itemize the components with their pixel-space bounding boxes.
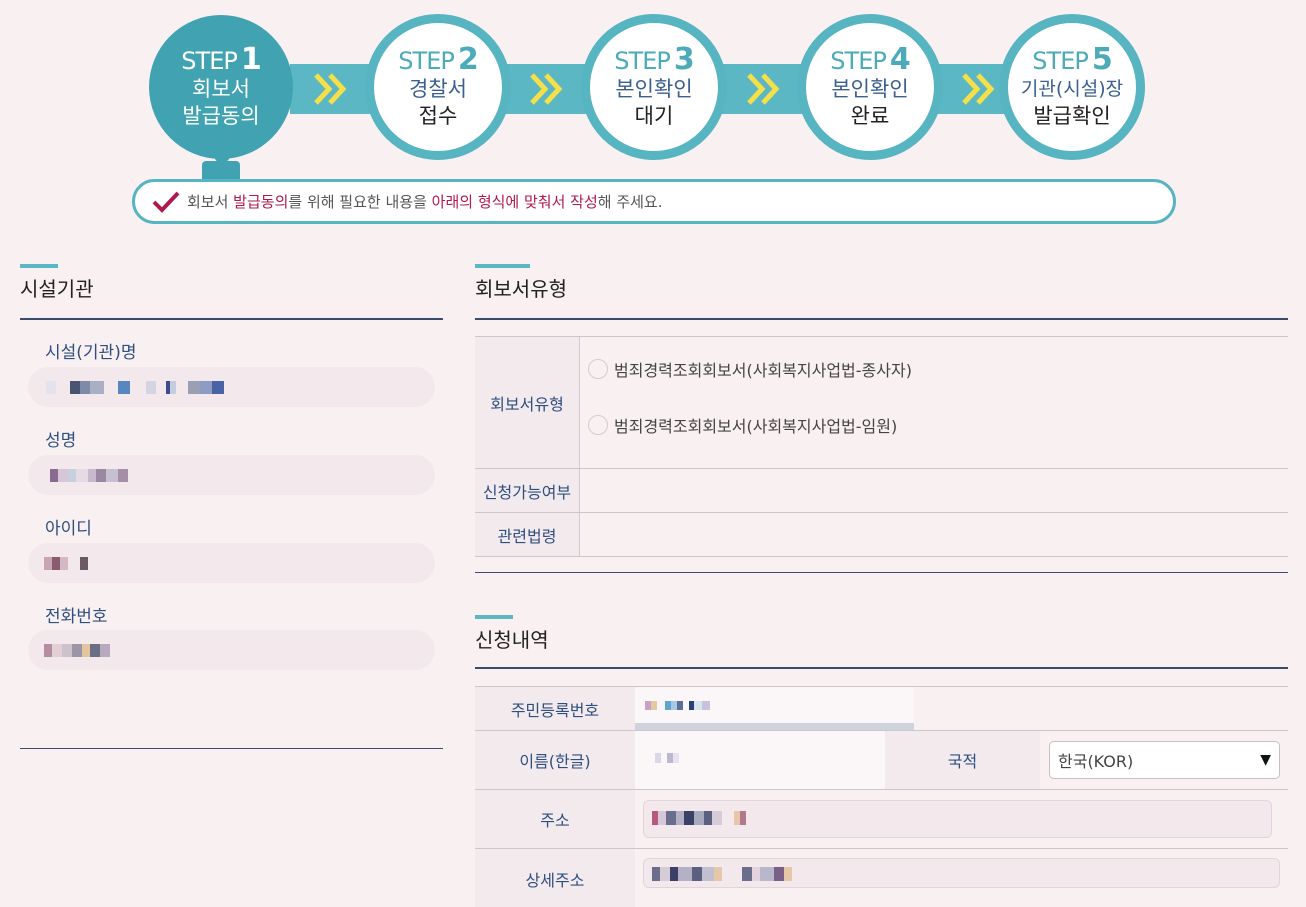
step-5-label: 기관(시설)장 — [1020, 77, 1124, 100]
step-3: STEP 3 본인확인 대기 — [581, 14, 727, 160]
application-section-title: 신청내역 — [475, 628, 549, 652]
step-3-heading: STEP 3 — [614, 41, 694, 77]
redacted-value — [645, 701, 710, 710]
section-divider — [475, 572, 1288, 573]
detail-address-input[interactable] — [643, 858, 1280, 888]
section-accent — [20, 264, 58, 268]
korean-name-value — [635, 731, 885, 789]
instruction-text: 회보서 발급동의를 위해 필요한 내용을 아래의 형식에 맞춰서 작성해 주세요… — [187, 193, 663, 211]
facility-section-title: 시설기관 — [20, 277, 94, 301]
section-divider — [475, 667, 1288, 669]
address-header: 주소 — [475, 790, 635, 848]
option-label: 범죄경력조회회보서(사회복지사업법-종사자) — [614, 361, 912, 380]
chevron-right-icon — [747, 73, 780, 105]
nationality-selected-value: 한국(KOR) — [1058, 752, 1134, 771]
step-5: STEP 5 기관(시설)장 발급확인 — [999, 14, 1145, 160]
nationality-header: 국적 — [885, 731, 1040, 789]
rrn-dropdown-edge — [635, 723, 914, 730]
user-id-field[interactable] — [28, 543, 435, 583]
section-accent — [475, 615, 513, 619]
step-4: STEP 4 본인확인 완료 — [797, 14, 943, 160]
table-row-divider — [475, 512, 1288, 513]
rrn-header: 주민등록번호 — [475, 687, 635, 730]
section-divider — [20, 318, 443, 320]
section-accent — [475, 264, 530, 268]
section-divider — [20, 748, 443, 749]
rrn-value — [635, 687, 914, 723]
radio-button[interactable] — [588, 359, 608, 379]
facility-name-label: 시설(기관)명 — [45, 343, 137, 363]
step-3-sublabel: 대기 — [634, 103, 674, 128]
step-5-heading: STEP 5 — [1032, 41, 1112, 77]
phone-field[interactable] — [28, 630, 435, 670]
facility-name-field[interactable] — [28, 367, 435, 407]
related-law-header: 관련법령 — [475, 513, 579, 556]
step-2: STEP 2 경찰서 접수 — [365, 14, 511, 160]
redacted-value — [44, 644, 110, 657]
step-2-sublabel: 접수 — [418, 103, 458, 128]
section-divider — [475, 318, 1288, 320]
instruction-banner: 회보서 발급동의를 위해 필요한 내용을 아래의 형식에 맞춰서 작성해 주세요… — [132, 179, 1176, 224]
redacted-value — [652, 867, 792, 881]
redacted-value — [50, 469, 128, 482]
step-1-label: 회보서 — [192, 76, 250, 101]
dropdown-arrow-icon: ▼ — [1260, 752, 1271, 768]
step-4-heading: STEP 4 — [830, 41, 910, 77]
step-1-sublabel: 발급동의 — [182, 103, 260, 128]
detail-address-header: 상세주소 — [475, 849, 635, 907]
user-id-label: 아이디 — [45, 519, 92, 539]
phone-label: 전화번호 — [45, 607, 108, 627]
progress-stepper: STEP 1 회보서 발급동의 STEP 2 경찰서 접수 STEP 3 본인확인 대… — [0, 0, 1306, 230]
report-type-header: 회보서유형 — [475, 337, 579, 468]
active-step-pointer — [202, 147, 240, 183]
table-row-divider — [475, 468, 1288, 469]
nationality-select[interactable]: 한국(KOR) ▼ — [1049, 741, 1280, 779]
chevron-right-icon — [962, 73, 995, 105]
table-top-border — [475, 336, 1288, 337]
radio-button[interactable] — [588, 415, 608, 435]
report-type-section-title: 회보서유형 — [475, 277, 567, 301]
redacted-value — [46, 381, 224, 394]
step-1: STEP 1 회보서 발급동의 — [149, 15, 293, 159]
chevron-right-icon — [314, 73, 347, 105]
checkmark-icon — [152, 191, 180, 213]
name-field[interactable] — [28, 455, 435, 495]
table-row-divider — [475, 556, 1288, 557]
report-type-option-executive[interactable]: 범죄경력조회회보서(사회복지사업법-임원) — [588, 413, 897, 437]
step-4-label: 본인확인 — [831, 76, 909, 101]
korean-name-header: 이름(한글) — [475, 731, 635, 789]
step-5-sublabel: 발급확인 — [1033, 103, 1111, 128]
report-type-option-employee[interactable]: 범죄경력조회회보서(사회복지사업법-종사자) — [588, 357, 912, 381]
chevron-right-icon — [530, 73, 563, 105]
address-input[interactable] — [643, 800, 1272, 838]
step-4-sublabel: 완료 — [850, 103, 890, 128]
availability-header: 신청가능여부 — [475, 469, 579, 512]
option-label: 범죄경력조회회보서(사회복지사업법-임원) — [614, 417, 898, 436]
redacted-value — [652, 811, 746, 825]
step-3-label: 본인확인 — [615, 76, 693, 101]
redacted-value — [44, 557, 88, 570]
name-label: 성명 — [45, 431, 77, 451]
redacted-value — [655, 753, 679, 763]
step-1-heading: STEP 1 — [181, 41, 261, 77]
step-2-heading: STEP 2 — [398, 41, 478, 77]
table-column-divider — [579, 337, 580, 557]
step-2-label: 경찰서 — [409, 76, 467, 101]
